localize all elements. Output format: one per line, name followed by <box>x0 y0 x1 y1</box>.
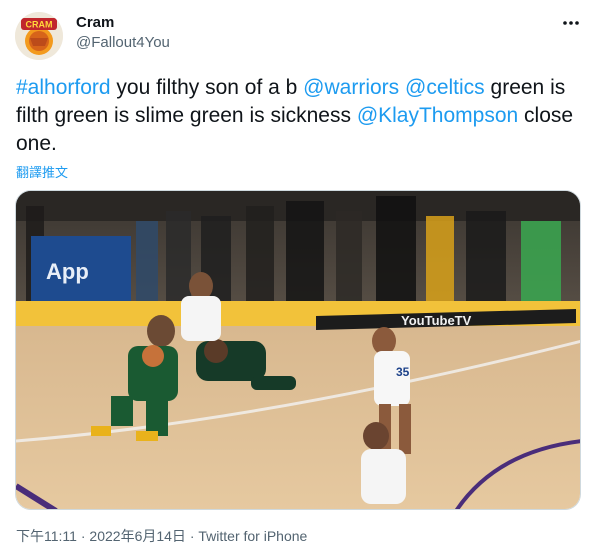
user-name[interactable]: Cram <box>76 14 114 32</box>
separator: · <box>76 528 90 544</box>
mention-link[interactable]: #alhorford <box>16 76 111 99</box>
tweet-metadata: 下午11:11 · 2022年6月14日 · Twitter for iPhon… <box>16 527 307 545</box>
mention-link[interactable]: @KlayThompson <box>357 104 518 127</box>
tweet-card: CRAM Cram @Fallout4You #alhorford you fi… <box>0 0 595 557</box>
tweet-text: #alhorford you filthy son of a b @warrio… <box>16 74 581 158</box>
more-horizontal-icon <box>563 21 579 25</box>
avatar-image: CRAM <box>15 12 63 60</box>
court-ad-text-left: App <box>46 259 89 284</box>
video-frame-image: App YouTubeTV 35 <box>16 191 580 509</box>
separator: · <box>185 528 199 544</box>
mention-link[interactable]: @warriors <box>303 76 399 99</box>
user-handle[interactable]: @Fallout4You <box>76 34 170 52</box>
tweet-source[interactable]: Twitter for iPhone <box>198 528 307 544</box>
avatar-text: CRAM <box>26 20 53 30</box>
translate-tweet-link[interactable]: 翻譯推文 <box>16 162 68 181</box>
tweet-text-segment: you filthy son of a b <box>110 76 304 99</box>
tweet-time[interactable]: 下午11:11 <box>16 528 77 544</box>
tweet-date[interactable]: 2022年6月14日 <box>89 528 186 544</box>
court-ad-text-right: YouTubeTV <box>401 313 472 328</box>
tweet-media-video[interactable]: App YouTubeTV 35 <box>15 190 581 510</box>
jersey-number: 35 <box>396 365 410 379</box>
avatar[interactable]: CRAM <box>15 12 63 60</box>
mention-link[interactable]: @celtics <box>405 76 485 99</box>
more-options-button[interactable] <box>556 12 586 34</box>
